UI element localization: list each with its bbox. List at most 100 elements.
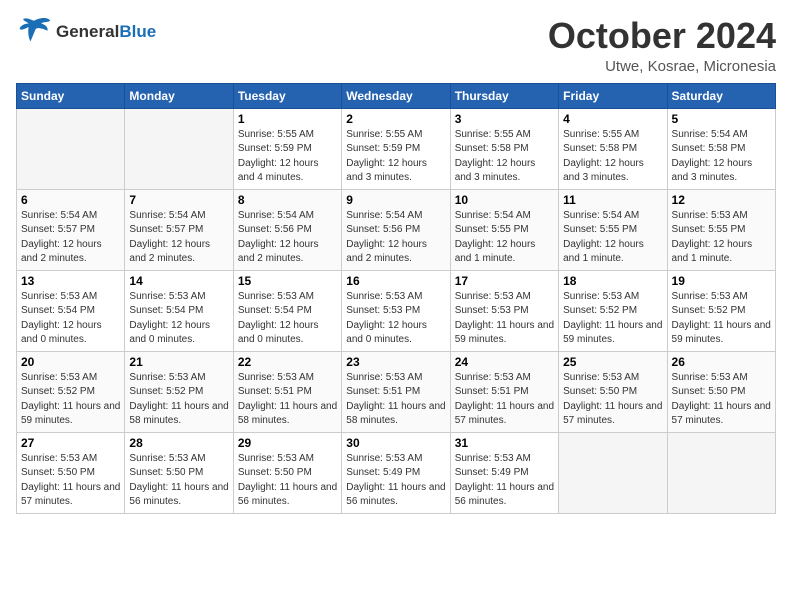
- weekday-header-monday: Monday: [125, 83, 233, 108]
- day-number: 7: [129, 193, 228, 207]
- day-detail: Sunrise: 5:54 AMSunset: 5:57 PMDaylight:…: [21, 209, 120, 267]
- calendar-body: 1Sunrise: 5:55 AMSunset: 5:59 PMDaylight…: [17, 108, 776, 513]
- day-number: 8: [238, 193, 337, 207]
- day-detail: Sunrise: 5:53 AMSunset: 5:54 PMDaylight:…: [129, 290, 228, 348]
- calendar-day-cell: 10 Sunrise: 5:54 AMSunset: 5:55 PMDayligh…: [450, 189, 558, 270]
- calendar-day-cell: 29 Sunrise: 5:53 AMSunset: 5:50 PMDayligh…: [233, 432, 341, 513]
- calendar-day-cell: 24 Sunrise: 5:53 AMSunset: 5:51 PMDayligh…: [450, 351, 558, 432]
- day-detail: Sunrise: 5:53 AMSunset: 5:49 PMDaylight:…: [455, 452, 554, 510]
- calendar-day-cell: 2Sunrise: 5:55 AMSunset: 5:59 PMDaylight…: [342, 108, 450, 189]
- day-number: 6: [21, 193, 120, 207]
- day-number: 22: [238, 355, 337, 369]
- day-detail: Sunrise: 5:53 AMSunset: 5:52 PMDaylight:…: [21, 371, 120, 429]
- calendar-day-cell: 23 Sunrise: 5:53 AMSunset: 5:51 PMDayligh…: [342, 351, 450, 432]
- month-title: October 2024: [548, 16, 776, 56]
- calendar-day-cell: 20 Sunrise: 5:53 AMSunset: 5:52 PMDayligh…: [17, 351, 125, 432]
- calendar-day-cell: 27Sunrise: 5:53 AMSunset: 5:50 PMDayligh…: [17, 432, 125, 513]
- day-number: 25: [563, 355, 662, 369]
- day-detail: Sunrise: 5:55 AMSunset: 5:58 PMDaylight:…: [563, 128, 662, 186]
- day-number: 18: [563, 274, 662, 288]
- day-number: 15: [238, 274, 337, 288]
- day-number: 24: [455, 355, 554, 369]
- calendar-day-cell: 7 Sunrise: 5:54 AMSunset: 5:57 PMDaylight…: [125, 189, 233, 270]
- day-detail: Sunrise: 5:53 AMSunset: 5:49 PMDaylight:…: [346, 452, 445, 510]
- calendar-day-cell: 18 Sunrise: 5:53 AMSunset: 5:52 PMDayligh…: [559, 270, 667, 351]
- title-block: October 2024 Utwe, Kosrae, Micronesia: [548, 16, 776, 75]
- calendar-week-4: 20 Sunrise: 5:53 AMSunset: 5:52 PMDayligh…: [17, 351, 776, 432]
- logo-text: GeneralBlue: [56, 22, 156, 42]
- day-detail: Sunrise: 5:53 AMSunset: 5:51 PMDaylight:…: [346, 371, 445, 429]
- calendar-day-cell: 22Sunrise: 5:53 AMSunset: 5:51 PMDayligh…: [233, 351, 341, 432]
- day-detail: Sunrise: 5:54 AMSunset: 5:55 PMDaylight:…: [455, 209, 554, 267]
- day-detail: Sunrise: 5:54 AMSunset: 5:57 PMDaylight:…: [129, 209, 228, 267]
- calendar-day-cell: 30 Sunrise: 5:53 AMSunset: 5:49 PMDayligh…: [342, 432, 450, 513]
- day-number: 19: [672, 274, 771, 288]
- day-detail: Sunrise: 5:53 AMSunset: 5:53 PMDaylight:…: [346, 290, 445, 348]
- calendar-week-3: 13 Sunrise: 5:53 AMSunset: 5:54 PMDayligh…: [17, 270, 776, 351]
- day-number: 23: [346, 355, 445, 369]
- page-header: GeneralBlue October 2024 Utwe, Kosrae, M…: [16, 16, 776, 75]
- day-number: 27: [21, 436, 120, 450]
- weekday-header-tuesday: Tuesday: [233, 83, 341, 108]
- calendar-table: SundayMondayTuesdayWednesdayThursdayFrid…: [16, 83, 776, 514]
- day-number: 12: [672, 193, 771, 207]
- day-detail: Sunrise: 5:53 AMSunset: 5:50 PMDaylight:…: [672, 371, 771, 429]
- weekday-header-saturday: Saturday: [667, 83, 775, 108]
- day-number: 29: [238, 436, 337, 450]
- calendar-day-cell: 19 Sunrise: 5:53 AMSunset: 5:52 PMDayligh…: [667, 270, 775, 351]
- day-detail: Sunrise: 5:53 AMSunset: 5:55 PMDaylight:…: [672, 209, 771, 267]
- calendar-day-cell: 12 Sunrise: 5:53 AMSunset: 5:55 PMDayligh…: [667, 189, 775, 270]
- calendar-day-cell: 5 Sunrise: 5:54 AMSunset: 5:58 PMDaylight…: [667, 108, 775, 189]
- location: Utwe, Kosrae, Micronesia: [548, 58, 776, 75]
- day-number: 10: [455, 193, 554, 207]
- day-number: 30: [346, 436, 445, 450]
- day-detail: Sunrise: 5:53 AMSunset: 5:53 PMDaylight:…: [455, 290, 554, 348]
- day-detail: Sunrise: 5:55 AMSunset: 5:59 PMDaylight:…: [346, 128, 445, 186]
- day-detail: Sunrise: 5:53 AMSunset: 5:50 PMDaylight:…: [563, 371, 662, 429]
- day-detail: Sunrise: 5:53 AMSunset: 5:51 PMDaylight:…: [455, 371, 554, 429]
- calendar-header: SundayMondayTuesdayWednesdayThursdayFrid…: [17, 83, 776, 108]
- day-number: 28: [129, 436, 228, 450]
- calendar-day-cell: 28 Sunrise: 5:53 AMSunset: 5:50 PMDayligh…: [125, 432, 233, 513]
- day-detail: Sunrise: 5:53 AMSunset: 5:52 PMDaylight:…: [563, 290, 662, 348]
- day-number: 17: [455, 274, 554, 288]
- calendar-day-cell: [17, 108, 125, 189]
- day-detail: Sunrise: 5:54 AMSunset: 5:56 PMDaylight:…: [238, 209, 337, 267]
- day-number: 5: [672, 112, 771, 126]
- weekday-header-thursday: Thursday: [450, 83, 558, 108]
- day-detail: Sunrise: 5:55 AMSunset: 5:58 PMDaylight:…: [455, 128, 554, 186]
- calendar-day-cell: [125, 108, 233, 189]
- weekday-header-row: SundayMondayTuesdayWednesdayThursdayFrid…: [17, 83, 776, 108]
- calendar-day-cell: 26Sunrise: 5:53 AMSunset: 5:50 PMDayligh…: [667, 351, 775, 432]
- day-number: 11: [563, 193, 662, 207]
- weekday-header-sunday: Sunday: [17, 83, 125, 108]
- day-detail: Sunrise: 5:53 AMSunset: 5:50 PMDaylight:…: [238, 452, 337, 510]
- day-detail: Sunrise: 5:54 AMSunset: 5:58 PMDaylight:…: [672, 128, 771, 186]
- calendar-day-cell: 1Sunrise: 5:55 AMSunset: 5:59 PMDaylight…: [233, 108, 341, 189]
- calendar-day-cell: 6 Sunrise: 5:54 AMSunset: 5:57 PMDaylight…: [17, 189, 125, 270]
- calendar-week-2: 6 Sunrise: 5:54 AMSunset: 5:57 PMDaylight…: [17, 189, 776, 270]
- calendar-day-cell: 16 Sunrise: 5:53 AMSunset: 5:53 PMDayligh…: [342, 270, 450, 351]
- calendar-week-1: 1Sunrise: 5:55 AMSunset: 5:59 PMDaylight…: [17, 108, 776, 189]
- day-number: 4: [563, 112, 662, 126]
- calendar-day-cell: 21Sunrise: 5:53 AMSunset: 5:52 PMDayligh…: [125, 351, 233, 432]
- day-detail: Sunrise: 5:55 AMSunset: 5:59 PMDaylight:…: [238, 128, 337, 186]
- day-detail: Sunrise: 5:53 AMSunset: 5:52 PMDaylight:…: [672, 290, 771, 348]
- day-detail: Sunrise: 5:54 AMSunset: 5:55 PMDaylight:…: [563, 209, 662, 267]
- calendar-day-cell: [559, 432, 667, 513]
- day-number: 13: [21, 274, 120, 288]
- day-number: 9: [346, 193, 445, 207]
- calendar-day-cell: 31 Sunrise: 5:53 AMSunset: 5:49 PMDayligh…: [450, 432, 558, 513]
- day-number: 14: [129, 274, 228, 288]
- calendar-day-cell: 17 Sunrise: 5:53 AMSunset: 5:53 PMDayligh…: [450, 270, 558, 351]
- day-number: 20: [21, 355, 120, 369]
- day-number: 31: [455, 436, 554, 450]
- day-detail: Sunrise: 5:53 AMSunset: 5:52 PMDaylight:…: [129, 371, 228, 429]
- calendar-week-5: 27 Sunrise: 5:53 AMSunset: 5:50 PMDayligh…: [17, 432, 776, 513]
- day-detail: Sunrise: 5:53 AMSunset: 5:50 PMDaylight:…: [129, 452, 228, 510]
- calendar-day-cell: 14 Sunrise: 5:53 AMSunset: 5:54 PMDayligh…: [125, 270, 233, 351]
- calendar-day-cell: [667, 432, 775, 513]
- day-detail: Sunrise: 5:53 AMSunset: 5:54 PMDaylight:…: [238, 290, 337, 348]
- calendar-day-cell: 15 Sunrise: 5:53 AMSunset: 5:54 PMDayligh…: [233, 270, 341, 351]
- day-number: 16: [346, 274, 445, 288]
